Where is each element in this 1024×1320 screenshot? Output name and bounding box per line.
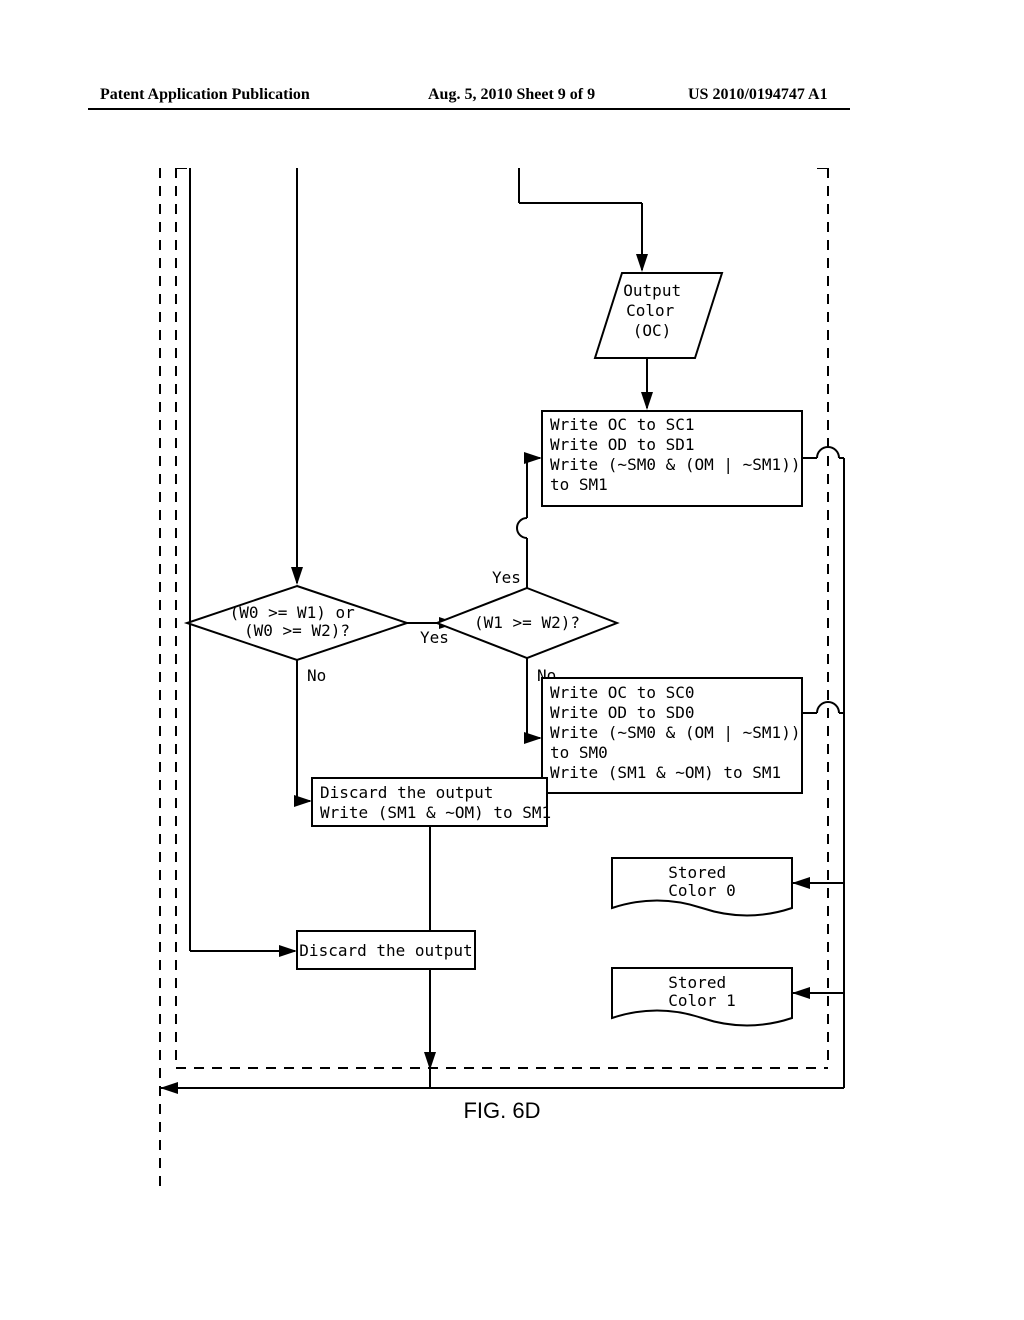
stored-color-0-node: Stored Color 0 bbox=[612, 858, 792, 916]
svg-text:Discard the output: Discard the output bbox=[299, 941, 472, 960]
discard-sm1-node: Discard the output Write (SM1 & ~OM) to … bbox=[312, 778, 551, 826]
header-pub-number: US 2010/0194747 A1 bbox=[688, 86, 828, 104]
stored-color-1-node: Stored Color 1 bbox=[612, 968, 792, 1026]
output-color-node: Output Color (OC) bbox=[595, 273, 722, 358]
header-divider bbox=[88, 108, 850, 110]
svg-text:(W1 >= W2)?: (W1 >= W2)? bbox=[474, 613, 580, 632]
write-sc1-node: Write OC to SC1 Write OD to SD1 Write (~… bbox=[542, 411, 810, 506]
decision1-node: (W0 >= W1) or (W0 >= W2)? bbox=[187, 586, 407, 660]
svg-text:(W0 >= W1) or (W0 >=: (W0 >= W1) or (W0 >= W2)? bbox=[230, 603, 365, 640]
svg-text:Stored Color 0: Stored Color 0 bbox=[668, 863, 735, 900]
svg-text:Stored Color 1: Stored Color 1 bbox=[668, 973, 735, 1010]
header-publication: Patent Application Publication bbox=[100, 86, 310, 104]
decision1-no-label: No bbox=[307, 666, 326, 685]
figure-label: FIG. 6D bbox=[463, 1098, 540, 1123]
decision1-yes-label: Yes bbox=[420, 628, 449, 647]
decision2-node: (W1 >= W2)? bbox=[437, 588, 617, 658]
decision2-yes-label: Yes bbox=[492, 568, 521, 587]
discard-node: Discard the output bbox=[297, 931, 475, 969]
flowchart-figure: Output Color (OC) Write OC to SC1 Write … bbox=[152, 168, 852, 1168]
header-date-sheet: Aug. 5, 2010 Sheet 9 of 9 bbox=[428, 86, 595, 104]
write-sc0-node: Write OC to SC0 Write OD to SD0 Write (~… bbox=[542, 678, 810, 793]
